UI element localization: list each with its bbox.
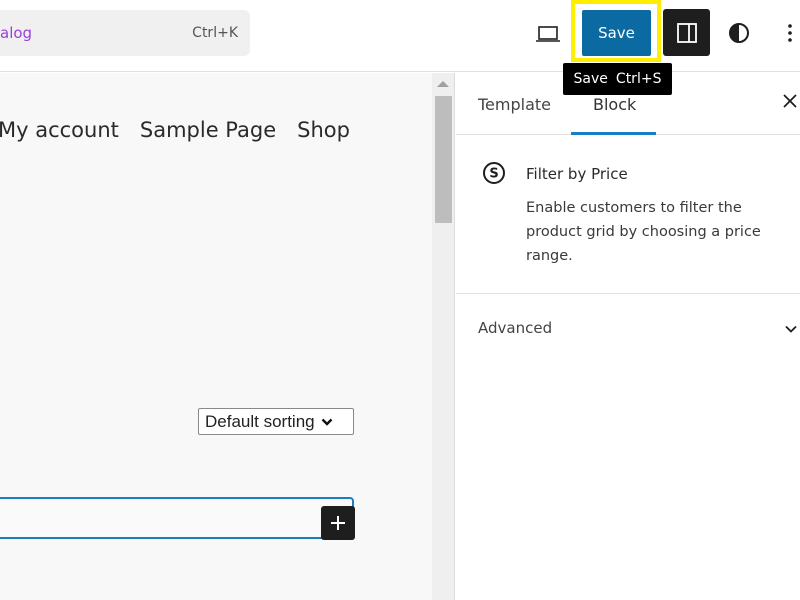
tooltip-label: Save xyxy=(573,71,608,87)
preview-button[interactable] xyxy=(530,16,566,52)
nav-item-shop[interactable]: Shop xyxy=(297,118,350,142)
svg-text:S: S xyxy=(489,167,498,182)
command-bar-text: alog xyxy=(0,24,33,42)
chevron-down-icon xyxy=(785,325,797,333)
block-card: S Filter by Price Enable customers to fi… xyxy=(456,135,800,294)
save-tooltip: Save Ctrl+S xyxy=(563,63,672,95)
tab-template[interactable]: Template xyxy=(478,95,551,114)
sidebar-panel-icon xyxy=(676,22,697,43)
block-title: Filter by Price xyxy=(526,165,628,183)
chevron-down-icon xyxy=(321,418,332,426)
editor-header: alog Ctrl+K Save xyxy=(0,0,800,72)
styles-button[interactable] xyxy=(722,16,756,50)
dollar-circle-icon: S xyxy=(483,162,505,184)
scrollbar-thumb[interactable] xyxy=(435,96,452,223)
plus-icon xyxy=(331,516,345,530)
half-circle-contrast-icon xyxy=(729,23,749,43)
settings-sidebar: Template Block S Filter by Price Enable … xyxy=(456,73,800,600)
command-palette-button[interactable]: alog Ctrl+K xyxy=(0,10,250,56)
sort-select[interactable]: Default sorting xyxy=(198,408,354,435)
command-bar-shortcut: Ctrl+K xyxy=(192,25,238,41)
add-block-button[interactable] xyxy=(321,506,355,540)
advanced-panel-label: Advanced xyxy=(478,319,553,337)
close-sidebar-button[interactable] xyxy=(782,93,800,113)
nav-item-my-account[interactable]: My account xyxy=(0,118,119,142)
selected-block[interactable] xyxy=(0,497,354,539)
settings-toggle-button[interactable] xyxy=(663,9,710,56)
site-navigation: My account Sample Page Shop xyxy=(0,118,350,142)
editor-canvas: My account Sample Page Shop Default sort… xyxy=(0,73,432,600)
save-button[interactable]: Save xyxy=(582,10,651,56)
close-icon xyxy=(783,94,797,108)
tab-block[interactable]: Block xyxy=(593,95,636,114)
laptop-icon xyxy=(536,26,560,42)
vertical-ellipsis-icon xyxy=(788,24,792,42)
nav-item-sample-page[interactable]: Sample Page xyxy=(140,118,276,142)
tooltip-shortcut: Ctrl+S xyxy=(615,71,662,87)
options-menu-button[interactable] xyxy=(778,16,800,50)
block-description: Enable customers to filter the product g… xyxy=(526,200,761,264)
canvas-scrollbar[interactable] xyxy=(432,73,455,600)
advanced-panel-toggle[interactable]: Advanced xyxy=(456,295,800,361)
scroll-up-arrow-icon[interactable] xyxy=(437,81,449,87)
sort-select-value: Default sorting xyxy=(205,411,315,431)
